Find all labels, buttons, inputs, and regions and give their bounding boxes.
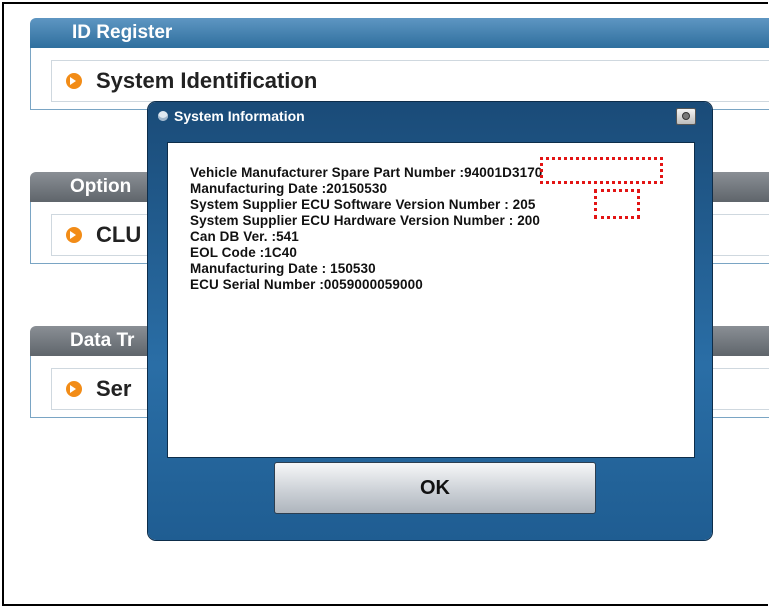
- camera-icon[interactable]: [676, 108, 696, 125]
- info-line: Vehicle Manufacturer Spare Part Number :…: [190, 165, 543, 180]
- info-line: Manufacturing Date :20150530: [190, 181, 388, 196]
- info-line: System Supplier ECU Hardware Version Num…: [190, 213, 541, 228]
- software-version-highlight: [594, 189, 640, 219]
- info-line: EOL Code :1C40: [190, 245, 297, 260]
- clu-label: CLU: [96, 222, 142, 247]
- info-list: Vehicle Manufacturer Spare Part Number :…: [190, 165, 542, 293]
- dialog-title-bar[interactable]: System Information: [158, 106, 305, 126]
- part-number-highlight: [540, 157, 663, 184]
- arrow-bullet-icon: [66, 227, 82, 243]
- system-identification-item[interactable]: System Identification: [51, 60, 769, 102]
- dialog-title: System Information: [174, 108, 305, 124]
- system-information-dialog: System Information Vehicle Manufacturer …: [148, 102, 712, 540]
- arrow-bullet-icon: [66, 381, 82, 397]
- system-identification-label: System Identification: [96, 68, 318, 93]
- id-register-header: ID Register: [30, 18, 769, 48]
- dialog-app-icon: [158, 111, 168, 121]
- ok-button[interactable]: OK: [274, 462, 596, 514]
- id-register-body: System Identification: [30, 48, 769, 110]
- arrow-bullet-icon: [66, 73, 82, 89]
- info-line: Can DB Ver. :541: [190, 229, 299, 244]
- info-line: Manufacturing Date : 150530: [190, 261, 376, 276]
- id-register-section: ID Register System Identification: [30, 18, 769, 110]
- service-label: Ser: [96, 376, 132, 401]
- info-line: System Supplier ECU Software Version Num…: [190, 197, 536, 212]
- info-line: ECU Serial Number :0059000059000: [190, 277, 423, 292]
- dialog-content-panel: Vehicle Manufacturer Spare Part Number :…: [167, 142, 695, 458]
